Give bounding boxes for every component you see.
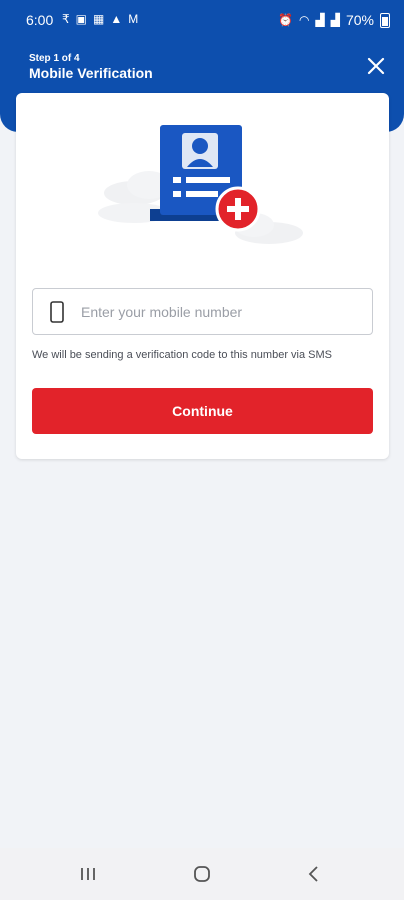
data-saver-icon: ₹ [62,12,70,26]
wifi-icon: ◠ [299,13,310,27]
status-time: 6:00 [26,12,54,28]
close-button[interactable] [364,54,388,78]
mobile-phone-icon [33,300,81,323]
recent-apps-icon [81,868,95,880]
back-icon [308,866,318,882]
battery-icon [380,12,390,28]
status-bar: 6:00 ₹ ▣ ▦ ▲ M ⏰ ◠ ▟ ▟ 70% [0,0,404,36]
status-left-icons: ₹ ▣ ▦ ▲ M [62,13,138,25]
mobile-number-field[interactable] [32,288,373,335]
home-icon [194,866,210,882]
page-title: Mobile Verification [29,65,153,81]
alarm-icon: ⏰ [278,13,294,27]
back-button[interactable] [302,862,326,886]
id-card-add-illustration [98,125,303,244]
sms-helper-text: We will be sending a verification code t… [32,349,332,361]
signal-icon: ▟ [315,13,325,27]
close-icon [367,57,385,75]
continue-button[interactable]: Continue [32,388,373,434]
recent-apps-button[interactable] [76,862,100,886]
battery-percent: 70% [345,12,374,28]
signal-icon: ▟ [330,13,340,27]
qr-icon: ▦ [92,12,105,26]
system-nav-bar [0,848,404,900]
verification-card: We will be sending a verification code t… [16,93,389,459]
warning-icon: ▲ [110,12,123,26]
gallery-icon: ▣ [75,12,87,26]
home-button[interactable] [190,862,214,886]
gmail-icon: M [128,12,139,26]
step-indicator: Step 1 of 4 [29,53,80,64]
status-right-icons: ⏰ ◠ ▟ ▟ 70% [278,12,390,28]
mobile-number-input[interactable] [81,303,351,320]
